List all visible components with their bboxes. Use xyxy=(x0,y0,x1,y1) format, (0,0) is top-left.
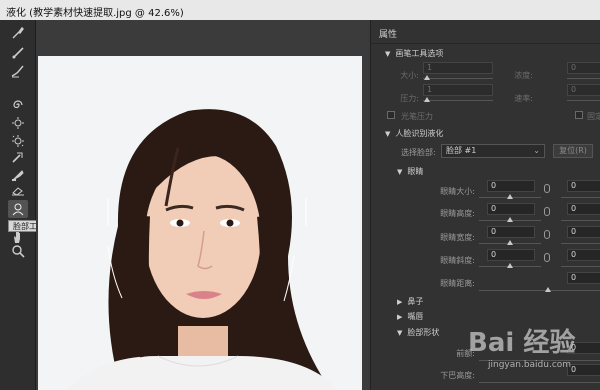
chevron-down-icon: ⌄ xyxy=(533,146,540,155)
twirl-icon[interactable] xyxy=(8,96,28,114)
link-icon[interactable] xyxy=(544,230,550,239)
chevron-down-icon: ▼ xyxy=(397,168,403,176)
brush-pressure-label: 压力: xyxy=(400,94,419,103)
eye-size-right-slider[interactable] xyxy=(561,197,600,198)
zoom-icon[interactable] xyxy=(8,242,28,260)
eye-size-left-field[interactable]: 0 xyxy=(487,180,535,192)
link-icon[interactable] xyxy=(544,253,550,262)
panel-header: 属性 xyxy=(371,20,600,44)
watermark-url: jingyan.baidu.com xyxy=(488,360,572,370)
title-bar: 液化 (教学素材快速提取.jpg @ 42.6%) xyxy=(0,0,600,20)
brush-options-label: 画笔工具选项 xyxy=(395,49,444,58)
eye-width-left-field[interactable]: 0 xyxy=(487,226,535,238)
eye-distance-label: 眼睛距离: xyxy=(440,279,475,288)
brush-size-knob[interactable] xyxy=(424,75,430,80)
brush-pressure-field[interactable]: 1 xyxy=(423,84,493,96)
brush-density-field[interactable]: 0 xyxy=(567,62,600,74)
eye-width-right-field[interactable]: 0 xyxy=(567,226,600,238)
chevron-down-icon: ▼ xyxy=(385,130,391,138)
link-icon[interactable] xyxy=(544,207,550,216)
face-select-value: 脸部 #1 xyxy=(446,146,477,155)
push-left-icon[interactable] xyxy=(8,148,28,166)
stylus-pressure-label: 光笔压力 xyxy=(401,112,433,121)
brush-size-slider[interactable] xyxy=(423,78,493,79)
reconstruct-icon[interactable] xyxy=(8,44,28,62)
brush-size-label: 大小: xyxy=(400,71,419,80)
brush-options-header[interactable]: ▼ 画笔工具选项 xyxy=(385,48,443,59)
eye-tilt-right-field[interactable]: 0 xyxy=(567,249,600,261)
face-shape-header[interactable]: ▼ 脸部形状 xyxy=(397,327,439,338)
brush-size-field[interactable]: 1 xyxy=(423,62,493,74)
eye-size-left-knob[interactable] xyxy=(507,194,513,199)
brush-density-slider[interactable] xyxy=(567,78,600,79)
mouth-label: 嘴唇 xyxy=(407,312,424,321)
face-tool-icon[interactable] xyxy=(8,200,28,218)
brush-pressure-slider[interactable] xyxy=(423,100,493,101)
chin-height-label: 下巴高度: xyxy=(440,371,475,380)
liquify-window: 液化 (教学素材快速提取.jpg @ 42.6%) 脸部工具 属性 ▼ 画笔工具… xyxy=(0,0,600,390)
panel-title: 属性 xyxy=(379,30,398,40)
eye-size-right-field[interactable]: 0 xyxy=(567,180,600,192)
face-select-dropdown[interactable]: 脸部 #1 ⌄ xyxy=(441,144,545,158)
eye-tilt-left-knob[interactable] xyxy=(507,263,513,268)
nose-header[interactable]: ▶ 鼻子 xyxy=(397,296,423,307)
brush-rate-field[interactable]: 0 xyxy=(567,84,600,96)
stylus-pressure-checkbox[interactable] xyxy=(387,111,395,119)
eyes-header[interactable]: ▼ 眼睛 xyxy=(397,166,423,177)
watermark-logo: Bai 经验 jingyan.baidu.com xyxy=(468,322,598,386)
eye-height-right-slider[interactable] xyxy=(561,220,600,221)
chevron-down-icon: ▼ xyxy=(385,50,391,58)
eye-width-right-slider[interactable] xyxy=(561,243,600,244)
eye-size-label: 眼睛大小: xyxy=(440,187,475,196)
eye-height-left-knob[interactable] xyxy=(507,217,513,222)
face-aware-header[interactable]: ▼ 人脸识别液化 xyxy=(385,128,443,139)
brush-rate-label: 速率: xyxy=(514,94,533,103)
brush-pressure-knob[interactable] xyxy=(424,97,430,102)
brush-rate-slider[interactable] xyxy=(567,100,600,101)
reset-button[interactable]: 复位(R) xyxy=(553,144,593,158)
forehead-label: 前额: xyxy=(456,349,475,358)
link-icon[interactable] xyxy=(544,184,550,193)
face-aware-label: 人脸识别液化 xyxy=(395,129,444,138)
smooth-icon[interactable] xyxy=(8,62,28,80)
forward-warp-icon[interactable] xyxy=(8,24,28,42)
eyes-label: 眼睛 xyxy=(407,167,424,176)
thaw-mask-icon[interactable] xyxy=(8,180,28,198)
eye-tilt-left-field[interactable]: 0 xyxy=(487,249,535,261)
chevron-down-icon: ▼ xyxy=(397,329,403,337)
face-shape-label: 脸部形状 xyxy=(407,328,440,337)
preview-canvas[interactable] xyxy=(36,20,368,390)
chevron-right-icon: ▶ xyxy=(397,298,403,306)
face-select-label: 选择脸部: xyxy=(401,148,436,157)
eye-distance-field[interactable]: 0 xyxy=(567,272,600,284)
eye-width-left-knob[interactable] xyxy=(507,240,513,245)
eye-tilt-right-slider[interactable] xyxy=(561,266,600,267)
tool-panel: 脸部工具 (A) xyxy=(0,20,65,390)
window-title: 液化 (教学素材快速提取.jpg @ 42.6%) xyxy=(6,8,184,19)
mouth-header[interactable]: ▶ 嘴唇 xyxy=(397,311,423,322)
eye-height-left-field[interactable]: 0 xyxy=(487,203,535,215)
brush-density-label: 浓度: xyxy=(514,71,533,80)
eye-tilt-label: 眼睛斜度: xyxy=(440,256,475,265)
eye-height-label: 眼睛高度: xyxy=(440,209,475,218)
watermark-main: Bai 经验 xyxy=(468,328,576,358)
eye-height-right-field[interactable]: 0 xyxy=(567,203,600,215)
eye-width-label: 眼睛宽度: xyxy=(440,233,475,242)
portrait-photo xyxy=(38,56,362,390)
eye-distance-slider[interactable] xyxy=(479,290,600,291)
pin-edges-checkbox[interactable] xyxy=(575,111,583,119)
chevron-right-icon: ▶ xyxy=(397,313,403,321)
pucker-icon[interactable] xyxy=(8,114,28,132)
eye-distance-knob[interactable] xyxy=(545,287,551,292)
nose-label: 鼻子 xyxy=(407,297,424,306)
pin-edges-label: 固定 xyxy=(587,112,600,121)
